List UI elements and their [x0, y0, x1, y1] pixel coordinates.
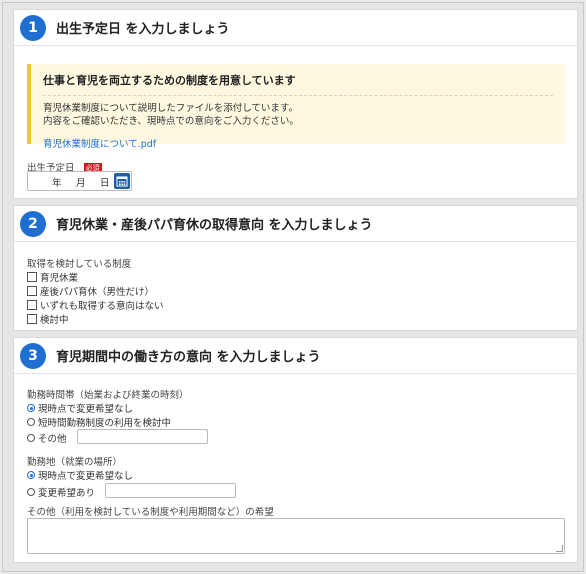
place-change-input[interactable]	[105, 483, 236, 498]
calendar-icon[interactable]	[114, 173, 130, 189]
option-label: 産後パパ育休（男性だけ）	[40, 287, 155, 298]
radio-button[interactable]	[27, 404, 35, 412]
checkbox-childcare-leave[interactable]: 育児休業	[27, 270, 78, 284]
pdf-attachment-link[interactable]: 育児休業制度について.pdf	[43, 136, 553, 150]
month-label: 月	[76, 178, 86, 189]
radio-button[interactable]	[27, 434, 35, 442]
radio-button[interactable]	[27, 418, 35, 426]
section-header: 2 育児休業・産後パパ育休の取得意向 を入力しましょう	[14, 206, 577, 242]
leave-options-label: 取得を検討している制度	[27, 259, 132, 270]
radio-place-no-change[interactable]: 現時点で変更希望なし	[27, 468, 133, 482]
radio-hours-no-change[interactable]: 現時点で変更希望なし	[27, 401, 133, 415]
option-label: いずれも取得する意向はない	[40, 301, 164, 312]
hours-other-input[interactable]	[77, 429, 208, 444]
option-label: 育児休業	[40, 273, 79, 284]
radio-button[interactable]	[27, 471, 35, 479]
radio-hours-other[interactable]: その他	[27, 431, 67, 445]
day-label: 日	[100, 178, 110, 189]
radio-hours-short-time[interactable]: 短時間勤務制度の利用を検討中	[27, 415, 171, 429]
checkbox[interactable]	[27, 286, 37, 296]
notice-title: 仕事と育児を両立するための制度を用意しています	[43, 74, 296, 87]
checkbox-considering[interactable]: 検討中	[27, 312, 69, 326]
form-frame: 1 出生予定日 を入力しましょう 仕事と育児を両立するための制度を用意しています…	[2, 2, 584, 572]
checkbox[interactable]	[27, 314, 37, 324]
section-title: 育児休業・産後パパ育休の取得意向 を入力しましょう	[56, 218, 373, 233]
notice-text-line: 育児休業制度について説明したファイルを添付しています。	[43, 103, 298, 114]
other-request-label: その他（利用を検討している制度や利用期間など）の希望	[27, 507, 274, 518]
section-work-style: 3 育児期間中の働き方の意向 を入力しましょう 勤務時間帯（始業および終業の時刻…	[13, 337, 578, 563]
section-header: 1 出生予定日 を入力しましょう	[14, 10, 577, 46]
resize-handle[interactable]	[556, 545, 563, 552]
option-label: その他	[38, 434, 67, 445]
step-number-badge: 3	[20, 342, 46, 369]
option-label: 検討中	[40, 315, 69, 326]
option-label: 変更希望あり	[38, 488, 96, 499]
section-header: 3 育児期間中の働き方の意向 を入力しましょう	[14, 338, 577, 374]
section-title: 育児期間中の働き方の意向 を入力しましょう	[56, 350, 321, 365]
option-label: 現時点で変更希望なし	[38, 404, 134, 415]
option-label: 短時間勤務制度の利用を検討中	[38, 418, 172, 429]
work-place-label: 勤務地（就業の場所）	[27, 457, 123, 468]
checkbox[interactable]	[27, 300, 37, 310]
section-leave-intention: 2 育児休業・産後パパ育休の取得意向 を入力しましょう 取得を検討している制度 …	[13, 205, 578, 331]
other-request-textarea[interactable]	[27, 518, 565, 554]
birthdate-input[interactable]: 年 月 日	[27, 171, 132, 191]
checkbox-no-intention[interactable]: いずれも取得する意向はない	[27, 298, 164, 312]
notice-text-line: 内容をご確認いただき、現時点での意向をご入力ください。	[43, 116, 299, 127]
info-notice: 仕事と育児を両立するための制度を用意しています 育児休業制度について説明したファ…	[27, 64, 565, 150]
step-number-badge: 2	[20, 210, 46, 237]
section-title: 出生予定日 を入力しましょう	[56, 22, 230, 37]
checkbox[interactable]	[27, 272, 37, 282]
option-label: 現時点で変更希望なし	[38, 471, 134, 482]
notice-divider	[43, 95, 553, 96]
step-number-badge: 1	[20, 14, 46, 41]
radio-button[interactable]	[27, 488, 35, 496]
radio-place-change[interactable]: 変更希望あり	[27, 485, 95, 499]
checkbox-papa-leave[interactable]: 産後パパ育休（男性だけ）	[27, 284, 154, 298]
section-birthdate: 1 出生予定日 を入力しましょう 仕事と育児を両立するための制度を用意しています…	[13, 9, 578, 199]
year-label: 年	[52, 178, 62, 189]
work-hours-label: 勤務時間帯（始業および終業の時刻）	[27, 390, 189, 401]
